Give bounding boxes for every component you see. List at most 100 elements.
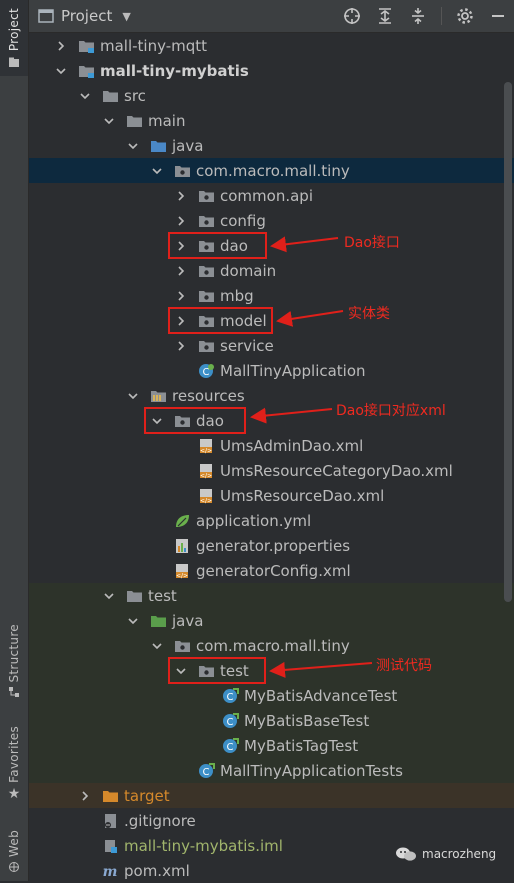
structure-icon [9, 687, 19, 698]
tree-row[interactable]: java [29, 608, 514, 633]
tree-row[interactable]: mall-tiny-mybatis [29, 58, 514, 83]
tree-item-label: .gitignore [124, 811, 196, 830]
project-view-title[interactable]: Project [61, 7, 112, 25]
tree-row[interactable]: .gitignore [29, 808, 514, 833]
tree-row[interactable]: generator.properties [29, 533, 514, 558]
tree-item-label: test [148, 586, 177, 605]
watermark: macrozheng [395, 846, 496, 862]
package-icon [197, 263, 215, 279]
tree-row[interactable]: test [29, 583, 514, 608]
collapse-all-icon[interactable] [408, 6, 428, 26]
chevron-right-icon[interactable] [79, 790, 91, 802]
tree-item-label: src [124, 86, 146, 105]
tree-item-label: UmsAdminDao.xml [220, 436, 364, 455]
structure-tab-label: Structure [7, 623, 21, 683]
tree-row[interactable]: C MyBatisAdvanceTest [29, 683, 514, 708]
svg-text:</>: </> [199, 447, 211, 454]
structure-tool-tab[interactable]: Structure [0, 618, 28, 704]
tree-row[interactable]: </> generatorConfig.xml [29, 558, 514, 583]
tree-row[interactable]: C MyBatisBaseTest [29, 708, 514, 733]
chevron-down-icon[interactable] [151, 165, 163, 177]
tree-item-label: com.macro.mall.tiny [196, 636, 350, 655]
tree-item-label: java [172, 611, 204, 630]
chevron-right-icon[interactable] [175, 290, 187, 302]
resources-folder-icon [149, 388, 167, 404]
package-icon [197, 288, 215, 304]
gear-icon[interactable] [455, 6, 475, 26]
chevron-down-icon[interactable] [127, 390, 139, 402]
chevron-down-icon[interactable]: ▼ [122, 10, 130, 23]
chevron-down-icon[interactable] [55, 65, 67, 77]
tree-row[interactable]: C MallTinyApplication [29, 358, 514, 383]
tree-row[interactable]: </> UmsResourceDao.xml [29, 483, 514, 508]
folder-icon [101, 88, 119, 104]
xml-file-icon: </> [173, 563, 191, 579]
tree-row[interactable]: dao [29, 233, 514, 258]
tree-row[interactable]: java [29, 133, 514, 158]
tree-row[interactable]: </> UmsAdminDao.xml [29, 433, 514, 458]
tree-row[interactable]: test [29, 658, 514, 683]
tree-row[interactable]: mall-tiny-mqtt [29, 33, 514, 58]
project-toolbar: Project ▼ [29, 0, 514, 33]
locate-icon[interactable] [342, 6, 362, 26]
tree-row[interactable]: target [29, 783, 514, 808]
tree-row[interactable]: mbg [29, 283, 514, 308]
folder-icon [125, 113, 143, 129]
project-tab-label: Project [7, 8, 21, 52]
chevron-right-icon[interactable] [175, 340, 187, 352]
tree-item-label: MyBatisBaseTest [244, 711, 370, 730]
model-highlight-box [168, 307, 273, 334]
chevron-right-icon[interactable] [175, 265, 187, 277]
tree-item-label: resources [172, 386, 245, 405]
xml-file-icon: </> [197, 438, 215, 454]
tree-item-label: mbg [220, 286, 254, 305]
tree-row[interactable]: domain [29, 258, 514, 283]
chevron-down-icon[interactable] [127, 140, 139, 152]
module-folder-icon [77, 63, 95, 79]
chevron-down-icon[interactable] [79, 90, 91, 102]
svg-text:C: C [226, 742, 233, 753]
tree-row[interactable]: main [29, 108, 514, 133]
tree-row[interactable]: </> UmsResourceCategoryDao.xml [29, 458, 514, 483]
module-folder-icon [77, 38, 95, 54]
yml-file-icon [173, 513, 191, 529]
web-tool-tab[interactable]: Web [0, 822, 28, 881]
tree-item-label: config [220, 211, 266, 230]
tree-item-label: mall-tiny-mybatis [100, 61, 249, 80]
tree-row[interactable]: com.macro.mall.tiny [29, 158, 514, 183]
expand-all-icon[interactable] [375, 6, 395, 26]
tree-row[interactable]: C MyBatisTagTest [29, 733, 514, 758]
tree-row[interactable]: com.macro.mall.tiny [29, 633, 514, 658]
chevron-down-icon[interactable] [103, 590, 115, 602]
hide-icon[interactable] [488, 6, 508, 26]
tree-item-label: target [124, 786, 170, 805]
project-tool-tab[interactable]: Project [0, 0, 28, 76]
tree-item-label: generator.properties [196, 536, 351, 555]
tree-item-label: mall-tiny-mqtt [100, 36, 208, 55]
package-icon [197, 213, 215, 229]
tree-item-label: UmsResourceCategoryDao.xml [220, 461, 453, 480]
tree-item-label: application.yml [196, 511, 312, 530]
vertical-scrollbar[interactable] [504, 82, 512, 602]
tree-row[interactable]: config [29, 208, 514, 233]
tree-item-label: MyBatisAdvanceTest [244, 686, 398, 705]
tree-row[interactable]: service [29, 333, 514, 358]
tree-row[interactable]: C MallTinyApplicationTests [29, 758, 514, 783]
chevron-down-icon[interactable] [103, 115, 115, 127]
chevron-right-icon[interactable] [175, 215, 187, 227]
chevron-right-icon[interactable] [55, 40, 67, 52]
favorites-tool-tab[interactable]: Favorites ★ [0, 722, 28, 806]
chevron-right-icon[interactable] [175, 190, 187, 202]
tree-row[interactable]: application.yml [29, 508, 514, 533]
svg-text:C: C [226, 717, 233, 728]
chevron-down-icon[interactable] [151, 640, 163, 652]
chevron-down-icon[interactable] [127, 615, 139, 627]
package-icon [173, 638, 191, 654]
tree-row[interactable]: src [29, 83, 514, 108]
tree-row[interactable]: common.api [29, 183, 514, 208]
